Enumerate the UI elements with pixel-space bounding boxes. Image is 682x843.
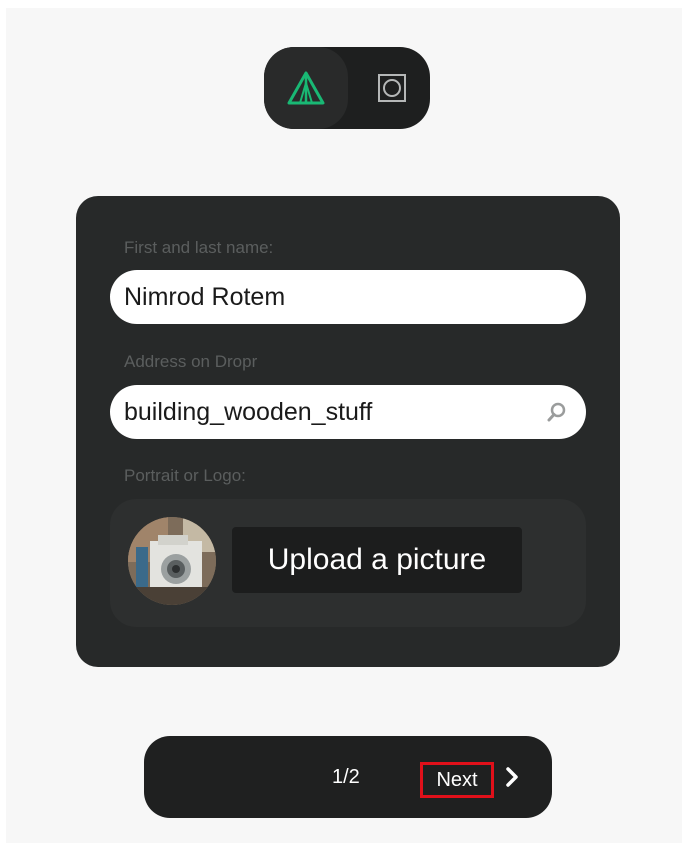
search-icon[interactable]: [546, 401, 568, 423]
next-button[interactable]: Next: [420, 762, 494, 798]
name-input[interactable]: [124, 270, 568, 324]
name-label: First and last name:: [124, 238, 274, 257]
portrait-label: Portrait or Logo:: [124, 466, 246, 485]
portrait-upload-area: Upload a picture: [110, 499, 586, 627]
profile-form-card: First and last name: Address on Dropr Po…: [76, 196, 620, 667]
mode-toggle: [264, 47, 430, 129]
address-label: Address on Dropr: [124, 352, 258, 371]
address-input[interactable]: [124, 385, 546, 439]
square-circle-icon: [378, 74, 406, 102]
page-indicator: 1/2: [332, 766, 360, 788]
triangle-logo-icon: [287, 71, 325, 105]
mode-toggle-right[interactable]: [362, 47, 422, 129]
upload-picture-button[interactable]: Upload a picture: [232, 527, 522, 593]
mode-toggle-left[interactable]: [264, 47, 348, 129]
name-field-wrapper: [110, 270, 586, 324]
avatar: [128, 517, 216, 605]
pagination-footer: 1/2 Next: [144, 736, 552, 818]
address-field-wrapper: [110, 385, 586, 439]
chevron-right-icon[interactable]: [500, 764, 524, 790]
